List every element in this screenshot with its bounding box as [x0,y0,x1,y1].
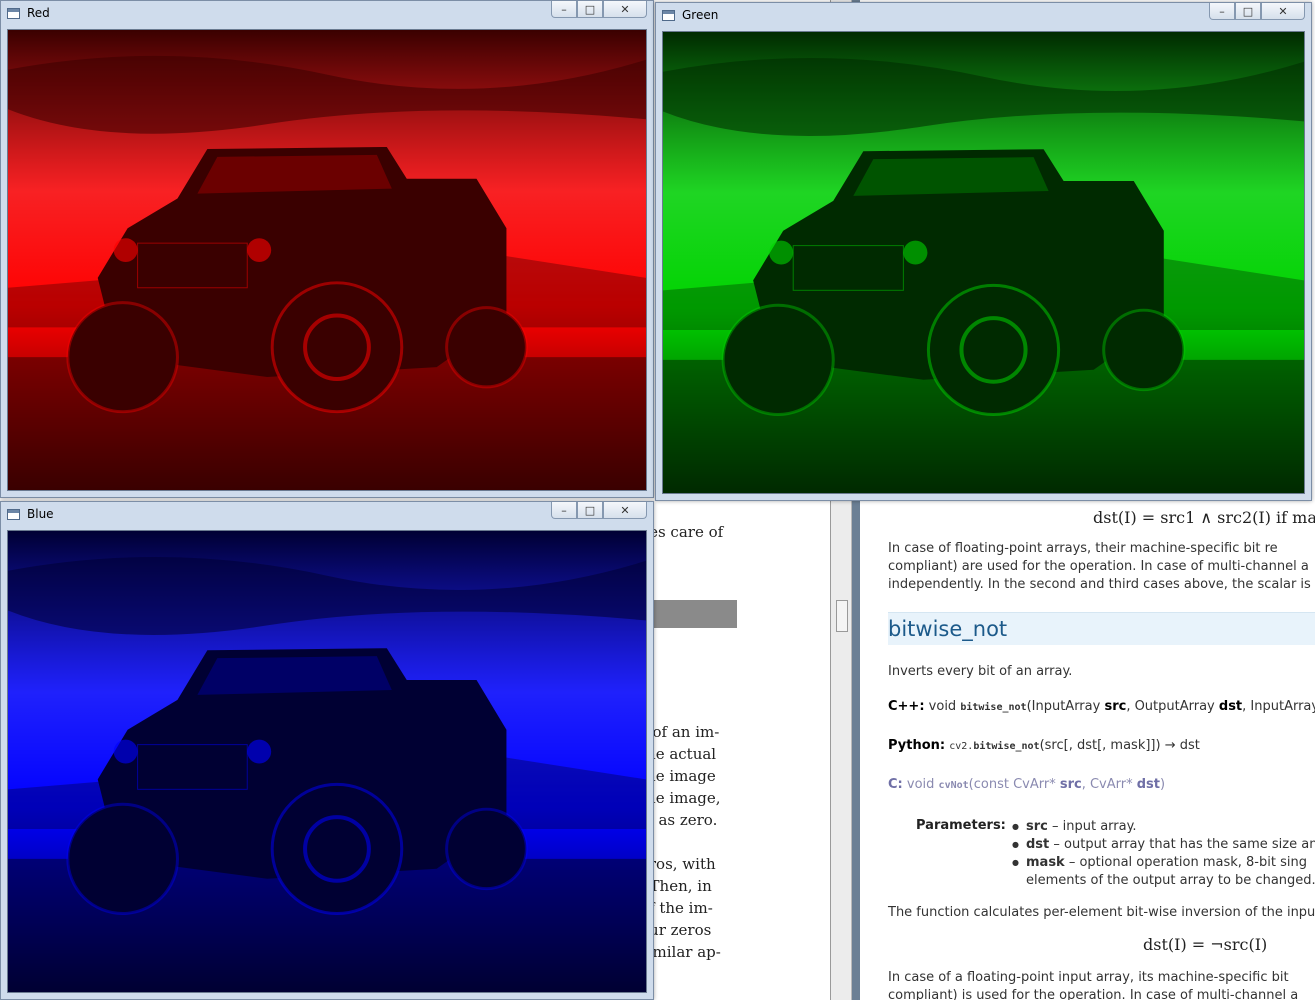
window-title: Red [27,6,50,20]
cpp-return-type: void [928,699,957,714]
param-name: dst [1026,837,1050,852]
red-channel-image [7,29,647,491]
cpp-arg-dst: dst [1218,699,1243,714]
doc-paragraph: In case of floating-point arrays, their … [888,541,1278,556]
pdf-text-line: similar ap- [640,943,721,961]
formula-not: dst(I) = ¬src(I) [1143,935,1268,954]
pdf-text-line: the image [640,767,716,785]
cpp-args: , InputArray [1242,699,1315,714]
c-signature: C: void cvNot(const CvArr* src, CvArr* d… [888,777,1165,792]
param-name: mask [1026,855,1065,870]
python-signature: Python: cv2.bitwise_not(src[, dst[, mask… [888,738,1200,753]
section-heading: bitwise_not [888,612,1315,645]
maximize-button[interactable]: □ [577,502,603,519]
minimize-button[interactable]: – [551,502,577,519]
doc-paragraph: independently. In the second and third c… [888,577,1315,592]
param-desc: – optional operation mask, 8-bit sing [1064,855,1307,870]
param-desc: elements of the output array to be chang… [1026,873,1315,888]
doc-paragraph: The function calculates per-element bit-… [888,905,1315,920]
doc-paragraph: compliant) is used for the operation. In… [888,988,1299,1000]
python-module: cv2. [949,741,974,752]
splitter-grip[interactable] [836,600,848,632]
parameter-item: dst – output array that has the same siz… [1012,836,1315,854]
c-label: C: [888,777,903,792]
window-title-bar[interactable]: Green – □ ✕ [656,3,1311,29]
minimize-button[interactable]: – [1209,3,1235,20]
blue-channel-window[interactable]: Blue – □ ✕ [0,501,654,1000]
cpp-signature: C++: void bitwise_not(InputArray src, Ou… [888,699,1315,714]
python-label: Python: [888,738,946,753]
pdf-text-line: kes care of [640,523,724,541]
python-args: (src[, dst[, mask]]) → dst [1039,738,1200,753]
param-name: src [1026,819,1048,834]
c-args: , CvArr* [1081,777,1137,792]
window-app-icon [7,509,20,520]
window-title: Blue [27,507,54,521]
parameter-item: mask – optional operation mask, 8-bit si… [1012,854,1315,872]
pdf-text-line: eros, with [640,855,716,873]
pdf-text-line: s of an im- [640,723,720,741]
maximize-button[interactable]: □ [577,1,603,18]
param-desc: – input array. [1047,819,1137,834]
close-button[interactable]: ✕ [603,502,647,519]
cpp-label: C++: [888,699,925,714]
c-arg-dst: dst [1136,777,1160,792]
doc-summary: Inverts every bit of an array. [888,664,1073,679]
pdf-text-line: . Then, in [640,877,712,895]
doc-paragraph: In case of a floating-point input array,… [888,970,1289,985]
window-app-icon [7,8,20,19]
close-button[interactable]: ✕ [603,1,647,18]
pdf-gray-bar [650,600,737,628]
cpp-args: , OutputArray [1126,699,1219,714]
pdf-text-line: of the im- [640,899,713,917]
green-channel-window[interactable]: Green – □ ✕ [655,2,1312,501]
window-title: Green [682,8,719,22]
parameter-item-continued: elements of the output array to be chang… [1012,872,1315,890]
c-return-type: void [906,777,935,792]
parameters-label: Parameters: [916,818,1006,833]
c-args: (const CvArr* [968,777,1060,792]
green-channel-image [662,31,1305,494]
minimize-button[interactable]: – [551,1,577,18]
pdf-text-line: the image, [640,789,721,807]
param-desc: – output array that has the same size an… [1049,837,1315,852]
cpp-function-name: bitwise_not [960,702,1027,713]
c-arg-src: src [1059,777,1082,792]
maximize-button[interactable]: □ [1235,3,1261,20]
close-button[interactable]: ✕ [1261,3,1305,20]
pdf-text-line: our zeros [640,921,712,939]
window-app-icon [662,10,675,21]
parameter-item: src – input array. [1012,818,1315,836]
blue-channel-image [7,530,647,993]
window-title-bar[interactable]: Blue – □ ✕ [1,502,653,528]
red-channel-window[interactable]: Red – □ ✕ [0,0,654,498]
pdf-text-line: el as zero. [640,811,718,829]
window-title-bar[interactable]: Red – □ ✕ [1,1,653,27]
cpp-args: (InputArray [1026,699,1105,714]
python-function-name: bitwise_not [973,741,1040,752]
pdf-text-line: the actual [640,745,717,763]
cpp-arg-src: src [1104,699,1127,714]
doc-paragraph: compliant) are used for the operation. I… [888,559,1309,574]
c-function-name: cvNot [938,780,969,791]
formula-and: dst(I) = src1 ∧ src2(I) if ma [1093,508,1315,527]
c-args: ) [1159,777,1166,792]
parameters-list: src – input array. dst – output array th… [1012,818,1315,890]
